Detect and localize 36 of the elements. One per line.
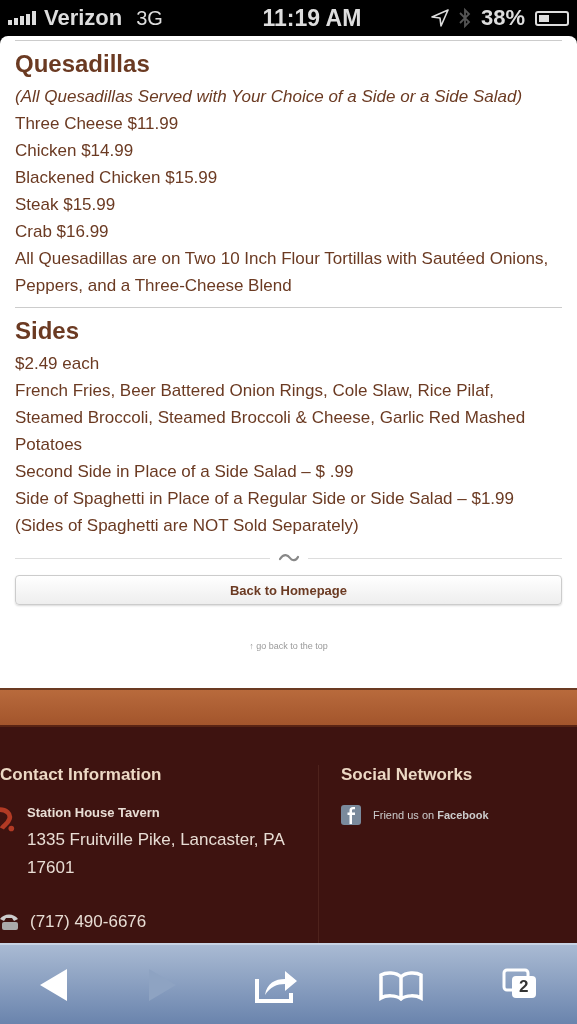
menu-line: French Fries, Beer Battered Onion Rings, Cole Slaw, Rice Pilaf, Steamed Broccoli, Steamed Broccoli & Cheese, Garlic Red Mashed Potatoes bbox=[15, 380, 527, 456]
back-button[interactable] bbox=[39, 967, 70, 1002]
telephone-icon bbox=[0, 913, 18, 931]
back-to-homepage-button[interactable]: Back to Homepage bbox=[15, 575, 562, 605]
menu-line: All Quesadillas are on Two 10 Inch Flour Tortillas with Sautéed Onions, Peppers, and a Three-Cheese Blend bbox=[15, 248, 550, 297]
bluetooth-icon bbox=[458, 7, 471, 29]
phone-number: (717) 490-6676 bbox=[30, 911, 147, 933]
footer-heading: Social Networks bbox=[341, 765, 474, 785]
menu-line: Second Side in Place of a Side Salad – $ .99 bbox=[15, 461, 355, 483]
menu-note: (All Quesadillas Served with Your Choice of a Side or a Side Salad) bbox=[15, 86, 524, 108]
ornament-icon bbox=[277, 553, 300, 563]
clock-time: 11:19 AM bbox=[262, 4, 362, 32]
menu-line: Side of Spaghetti in Place of a Regular Side or Side Salad – $1.99 bbox=[15, 488, 515, 510]
location-arrow-icon bbox=[430, 9, 449, 27]
battery-percent: 38% bbox=[480, 5, 525, 31]
facebook-link[interactable]: Friend us on Facebook bbox=[373, 809, 489, 821]
menu-line: Steak $15.99 bbox=[15, 194, 117, 216]
battery-icon bbox=[535, 10, 569, 26]
carrier-name: Verizon bbox=[44, 5, 123, 31]
street-address: 1335 Fruitville Pike, Lancaster, PA 17601 bbox=[27, 829, 286, 879]
menu-line: Blackened Chicken $15.99 bbox=[15, 167, 219, 189]
signal-icon bbox=[8, 11, 38, 25]
tabs-button[interactable]: 2 bbox=[501, 967, 538, 1002]
menu-line: Chicken $14.99 bbox=[15, 140, 135, 162]
map-pin-icon bbox=[0, 807, 16, 833]
restaurant-name: Station House Tavern bbox=[27, 805, 161, 820]
menu-line: $2.49 each bbox=[15, 353, 101, 375]
bookmarks-button[interactable] bbox=[377, 968, 424, 1001]
section-heading: Sides bbox=[15, 316, 81, 346]
network-type: 3G bbox=[136, 6, 163, 30]
facebook-icon bbox=[341, 805, 361, 825]
menu-line: Three Cheese $11.99 bbox=[15, 113, 180, 135]
menu-line: Crab $16.99 bbox=[15, 221, 110, 243]
footer-heading: Contact Information bbox=[0, 765, 163, 785]
menu-line: (Sides of Spaghetti are NOT Sold Separately) bbox=[15, 515, 360, 537]
section-heading: Quesadillas bbox=[15, 49, 151, 79]
